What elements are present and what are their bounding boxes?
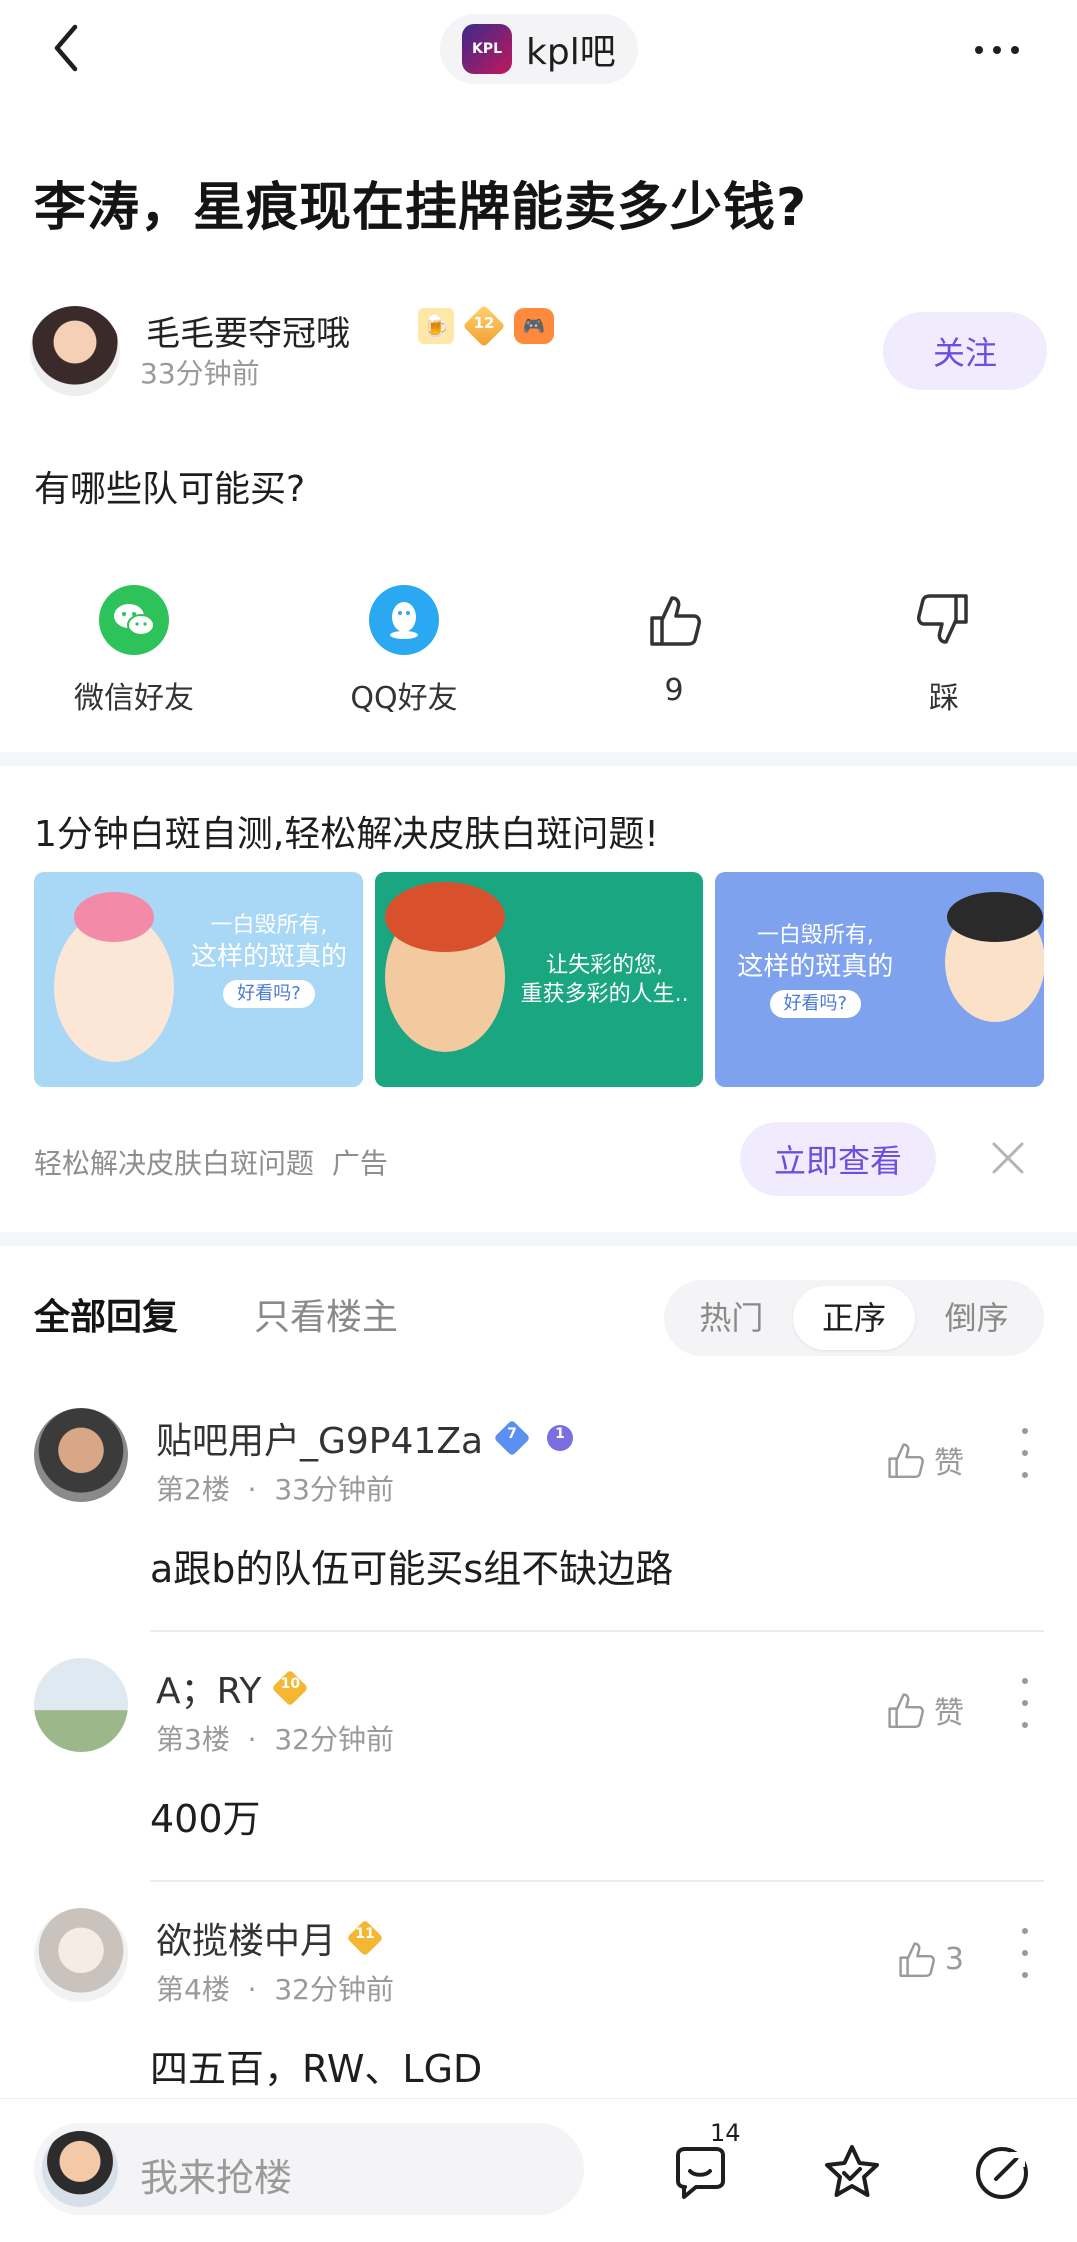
ad-image-2[interactable]: 让失彩的您, 重获多彩的人生.. <box>374 872 704 1087</box>
avatar <box>42 2131 118 2207</box>
ad-cta-button[interactable]: 立即查看 <box>740 1122 936 1196</box>
rank-badge: 1 <box>541 1419 579 1457</box>
reply-user[interactable]: 欲揽楼中月 11 <box>156 1912 384 1964</box>
avatar[interactable] <box>34 1408 128 1502</box>
author-row: 毛毛要夺冠哦 🍺 12 🎮 33分钟前 关注 <box>30 300 1047 400</box>
comment-count: 14 <box>710 2119 741 2147</box>
tab-op-only[interactable]: 只看楼主 <box>254 1288 398 1340</box>
sort-desc[interactable]: 倒序 <box>915 1286 1038 1350</box>
follow-button[interactable]: 关注 <box>883 312 1047 390</box>
post-time: 33分钟前 <box>140 357 260 390</box>
reply-input-placeholder: 我来抢楼 <box>140 2156 293 2200</box>
author-badges: 🍺 12 🎮 <box>418 304 554 348</box>
share-row: 微信好友 QQ好友 9 踩 <box>0 585 1077 717</box>
ad-images[interactable]: 一白毁所有, 这样的斑真的 好看吗? 让失彩的您, 重获多彩的人生.. 一白毁所… <box>34 872 1045 1087</box>
gamepad-icon: 🎮 <box>514 308 554 344</box>
forum-logo: KPL <box>462 24 512 74</box>
share-wechat-label: 微信好友 <box>74 681 194 716</box>
top-bar: KPL kpl吧 <box>0 0 1077 100</box>
share-qq[interactable]: QQ好友 <box>304 585 504 717</box>
reply-like-button[interactable]: 3 <box>895 1938 964 1980</box>
thumb-up-icon <box>888 1693 924 1729</box>
reply-item: 贴吧用户_G9P41Za 7 1 第2楼 · 33分钟前 赞 a跟b的队伍可能买… <box>34 1408 1044 1638</box>
more-vertical-icon[interactable] <box>1020 1678 1030 1728</box>
reply-text: 四五百，RW、LGD <box>150 2047 483 2091</box>
forum-name: kpl吧 <box>526 32 616 73</box>
like-button[interactable]: 9 <box>574 585 774 708</box>
post-body: 有哪些队可能买? <box>34 469 306 510</box>
edit-icon[interactable] <box>970 2141 1034 2205</box>
reply-item: A；RY 10 第3楼 · 32分钟前 赞 400万 <box>34 1658 1044 1888</box>
reply-meta: 第4楼 · 32分钟前 <box>156 1973 394 2006</box>
thumb-up-icon <box>639 585 709 655</box>
qq-icon <box>369 585 439 655</box>
back-icon[interactable] <box>40 18 90 78</box>
reply-user[interactable]: 贴吧用户_G9P41Za 7 1 <box>156 1412 579 1464</box>
thumb-up-icon <box>899 1942 935 1978</box>
thumb-down-icon <box>909 585 979 655</box>
divider <box>0 1232 1077 1246</box>
ad-source: 轻松解决皮肤白斑问题 广告 <box>34 1147 388 1180</box>
reply-input[interactable]: 我来抢楼 <box>34 2123 584 2215</box>
close-icon[interactable] <box>988 1138 1028 1178</box>
tab-all-replies[interactable]: 全部回复 <box>34 1288 178 1340</box>
divider <box>0 752 1077 766</box>
more-icon[interactable] <box>967 30 1027 70</box>
reply-meta: 第2楼 · 33分钟前 <box>156 1473 394 1506</box>
share-qq-label: QQ好友 <box>350 681 458 716</box>
divider <box>150 1880 1044 1882</box>
reply-text: 400万 <box>150 1797 261 1841</box>
star-icon[interactable] <box>820 2141 884 2205</box>
ad-title[interactable]: 1分钟白斑自测,轻松解决皮肤白斑问题! <box>34 805 659 857</box>
avatar[interactable] <box>30 306 120 396</box>
reply-user[interactable]: A；RY 10 <box>156 1662 309 1714</box>
dislike-button[interactable]: 踩 <box>844 585 1044 717</box>
post-title: 李涛，星痕现在挂牌能卖多少钱? <box>34 178 808 238</box>
share-wechat[interactable]: 微信好友 <box>34 585 234 717</box>
sort-asc[interactable]: 正序 <box>792 1286 916 1350</box>
reply-text: a跟b的队伍可能买s组不缺边路 <box>150 1547 674 1591</box>
beer-icon: 🍺 <box>418 308 454 344</box>
bottom-bar: 我来抢楼 14 <box>0 2098 1077 2242</box>
more-vertical-icon[interactable] <box>1020 1928 1030 1978</box>
level-badge: 11 <box>346 1919 384 1957</box>
reply-meta: 第3楼 · 32分钟前 <box>156 1723 394 1756</box>
level-badge: 12 <box>462 304 506 348</box>
ad-tag: 广告 <box>331 1147 388 1180</box>
reply-tabs: 全部回复 只看楼主 热门 正序 倒序 <box>34 1280 1044 1356</box>
reply-like-button[interactable]: 赞 <box>884 1688 964 1732</box>
avatar[interactable] <box>34 1658 128 1752</box>
ad-image-3[interactable]: 一白毁所有, 这样的斑真的 好看吗? <box>715 872 1045 1087</box>
author-name[interactable]: 毛毛要夺冠哦 <box>146 306 350 355</box>
divider <box>150 1630 1044 1632</box>
dislike-label: 踩 <box>929 681 959 716</box>
comment-icon[interactable] <box>668 2141 732 2205</box>
sort-hot[interactable]: 热门 <box>670 1286 793 1350</box>
ad-image-1[interactable]: 一白毁所有, 这样的斑真的 好看吗? <box>34 872 363 1087</box>
wechat-icon <box>99 585 169 655</box>
more-vertical-icon[interactable] <box>1020 1428 1030 1478</box>
reply-item: 欲揽楼中月 11 第4楼 · 32分钟前 3 四五百，RW、LGD <box>34 1908 1044 2098</box>
thumb-up-icon <box>888 1443 924 1479</box>
forum-pill[interactable]: KPL kpl吧 <box>440 14 638 84</box>
reply-like-button[interactable]: 赞 <box>884 1438 964 1482</box>
sort-toggle: 热门 正序 倒序 <box>664 1280 1044 1356</box>
level-badge: 10 <box>271 1669 309 1707</box>
avatar[interactable] <box>34 1908 128 2002</box>
like-count: 9 <box>664 673 684 708</box>
level-badge: 7 <box>493 1419 531 1457</box>
